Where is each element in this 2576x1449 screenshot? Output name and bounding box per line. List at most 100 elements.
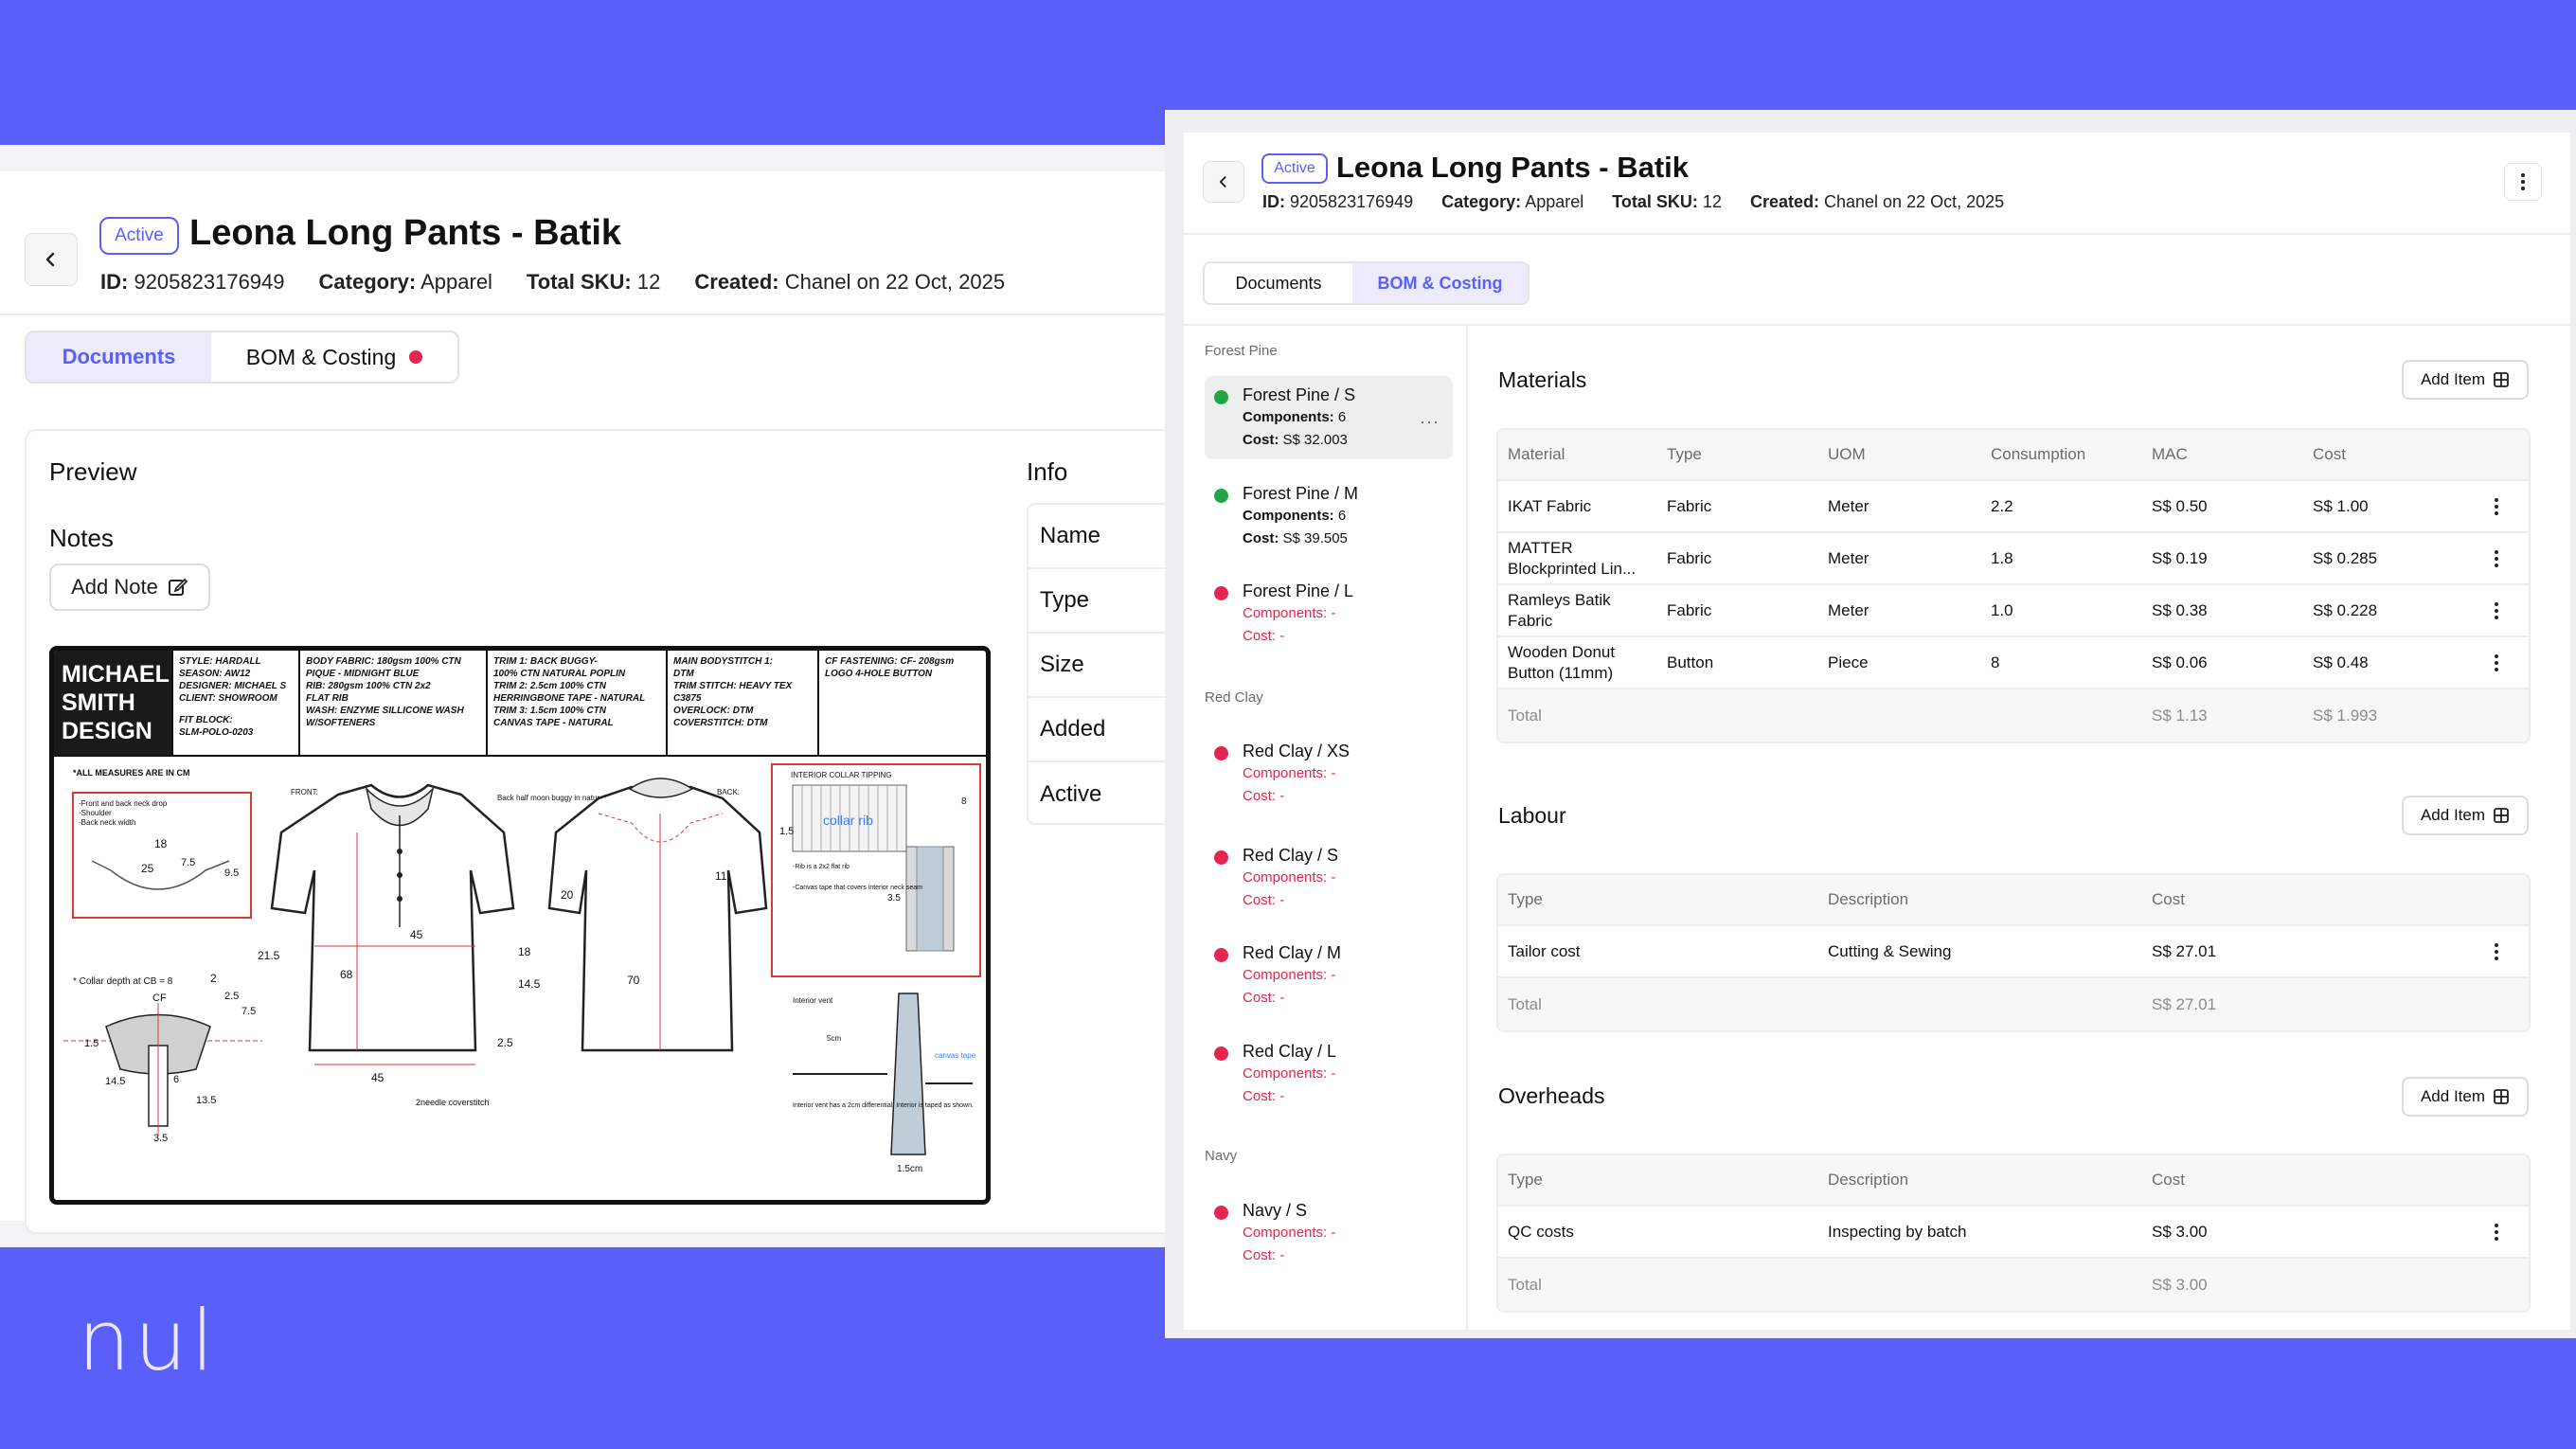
info-table: Name Type Size Added Active [1027,503,1165,825]
svg-text:25: 25 [141,862,154,875]
variant-group-label: Navy [1205,1148,1238,1164]
tab-bom-costing[interactable]: BOM & Costing [1352,263,1528,303]
variant-cost: Cost: - [1243,1247,1285,1263]
svg-text:-Canvas tape that covers inter: -Canvas tape that covers interior neck s… [793,885,922,891]
variant-components: Components: - [1243,1065,1336,1082]
more-vertical-icon [2495,601,2498,619]
labour-heading: Labour [1498,803,1566,828]
svg-text:11: 11 [715,869,727,883]
info-row-type: Type [1029,569,1165,634]
variant-more-button[interactable]: ··· [1420,412,1440,432]
row-actions-button[interactable] [2495,533,2498,583]
tab-documents[interactable]: Documents [27,332,211,382]
variant-item[interactable]: Forest Pine / S Components: 6 Cost: S$ 3… [1205,376,1453,459]
svg-text:INTERIOR COLLAR TIPPING: INTERIOR COLLAR TIPPING [791,771,892,779]
more-options-button[interactable] [2504,163,2542,201]
status-dot-icon [1214,1046,1228,1061]
table-header: Type Description Cost [1498,875,2529,926]
svg-text:* Collar depth at CB = 8: * Collar depth at CB = 8 [73,976,173,987]
table-row[interactable]: QC costs Inspecting by batch S$ 3.00 [1498,1207,2529,1259]
row-actions-button[interactable] [2495,1207,2498,1257]
status-dot-icon [1214,586,1228,600]
row-actions-button[interactable] [2495,585,2498,635]
more-vertical-icon [2495,942,2498,960]
svg-text:canvas tape: canvas tape [935,1051,976,1060]
table-total-row: Total S$ 3.00 [1498,1259,2529,1311]
tab-documents[interactable]: Documents [1205,263,1352,303]
tech-sheet-preview[interactable]: MICHAEL SMITH DESIGN STYLE: HARDALL SEASO… [49,646,991,1205]
svg-text:collar rib: collar rib [823,813,873,828]
table-header: Material Type UOM Consumption MAC Cost [1498,430,2529,481]
svg-text:2.5: 2.5 [497,1036,513,1049]
add-labour-button[interactable]: Add Item [2402,796,2529,835]
info-row-name: Name [1029,505,1165,569]
variant-item[interactable]: Red Clay / M Components: - Cost: - [1205,934,1453,1017]
add-overhead-button[interactable]: Add Item [2402,1077,2529,1117]
table-row[interactable]: IKAT Fabric Fabric Meter 2.2 S$ 0.50 S$ … [1498,481,2529,533]
variant-name: Navy / S [1243,1201,1308,1220]
row-actions-button[interactable] [2495,637,2498,688]
tab-bom-costing[interactable]: BOM & Costing [211,332,457,382]
back-button[interactable] [1203,161,1244,203]
table-row[interactable]: Tailor cost Cutting & Sewing S$ 27.01 [1498,926,2529,978]
header-divider [0,313,1165,315]
svg-text:1.5: 1.5 [779,826,794,837]
tab-bar: Documents BOM & Costing [25,331,459,384]
materials-table: Material Type UOM Consumption MAC Cost I… [1496,428,2531,743]
add-note-label: Add Note [71,575,158,599]
variant-group-label: Forest Pine [1205,343,1278,359]
notes-heading: Notes [49,524,114,552]
info-heading: Info [1027,457,1068,486]
add-note-button[interactable]: Add Note [49,564,210,611]
column-header: Type [1508,890,1543,908]
garment-drawing: *ALL MEASURES ARE IN CM -Front and back … [63,763,981,1174]
product-meta: ID: 9205823176949 Category: Apparel Tota… [100,270,1005,295]
variant-item[interactable]: Forest Pine / M Components: 6 Cost: S$ 3… [1205,474,1453,558]
svg-text:Interior vent: Interior vent [793,996,833,1005]
variant-item[interactable]: Red Clay / XS Components: - Cost: - [1205,732,1453,815]
svg-text:18: 18 [518,945,531,958]
fabric-info: BODY FABRIC: 180gsm 100% CTN PIQUE - MIDN… [298,651,486,755]
variant-cost: Cost: - [1243,628,1285,644]
variant-item[interactable]: Forest Pine / L Components: - Cost: - [1205,572,1453,655]
row-actions-button[interactable] [2495,481,2498,531]
svg-text:Interior vent has a 2cm differ: Interior vent has a 2cm differential. In… [793,1102,974,1109]
page-title: Leona Long Pants - Batik [189,213,622,253]
row-actions-button[interactable] [2495,926,2498,976]
info-row-added: Added [1029,698,1165,762]
table-total-row: Total S$ 27.01 [1498,978,2529,1030]
header-divider [1184,233,2570,235]
status-badge: Active [1261,153,1328,184]
more-vertical-icon [2495,549,2498,567]
tab-bom-costing-label: BOM & Costing [245,344,397,369]
variant-name: Forest Pine / L [1243,581,1354,600]
chevron-left-icon [45,252,55,267]
variant-item[interactable]: Red Clay / S Components: - Cost: - [1205,836,1453,920]
variant-name: Forest Pine / S [1243,385,1356,404]
materials-heading: Materials [1498,367,1587,392]
column-header: Cost [2152,890,2185,908]
back-button[interactable] [25,233,78,286]
meta-id: ID: 9205823176949 [1262,192,1414,211]
svg-text:8: 8 [961,796,967,807]
right-product-page: Active Leona Long Pants - Batik ID: 9205… [1184,133,2570,1330]
table-row[interactable]: MATTER Blockprinted Lin... Fabric Meter … [1498,533,2529,585]
variant-components: Components: - [1243,605,1336,621]
svg-text:70: 70 [627,974,640,987]
table-row[interactable]: Ramleys Batik Fabric Fabric Meter 1.0 S$… [1498,585,2529,637]
variant-item[interactable]: Navy / S Components: - Cost: - [1205,1191,1453,1275]
svg-text:45: 45 [410,928,423,941]
svg-text:14.5: 14.5 [105,1076,125,1087]
status-dot-icon [1214,390,1228,404]
variant-name: Red Clay / L [1243,1042,1337,1061]
svg-text:20: 20 [561,888,574,902]
add-grid-icon [2494,372,2509,387]
right-product-panel: Active Leona Long Pants - Batik ID: 9205… [1165,110,2576,1338]
add-material-button[interactable]: Add Item [2402,360,2529,400]
table-total-row: Total S$ 1.13 S$ 1.993 [1498,689,2529,742]
table-row[interactable]: Wooden Donut Button (11mm) Button Piece … [1498,637,2529,689]
svg-text:3.5: 3.5 [887,893,901,903]
variant-item[interactable]: Red Clay / L Components: - Cost: - [1205,1032,1453,1116]
add-item-label: Add Item [2420,370,2486,388]
column-header: Cost [2152,1171,2185,1189]
